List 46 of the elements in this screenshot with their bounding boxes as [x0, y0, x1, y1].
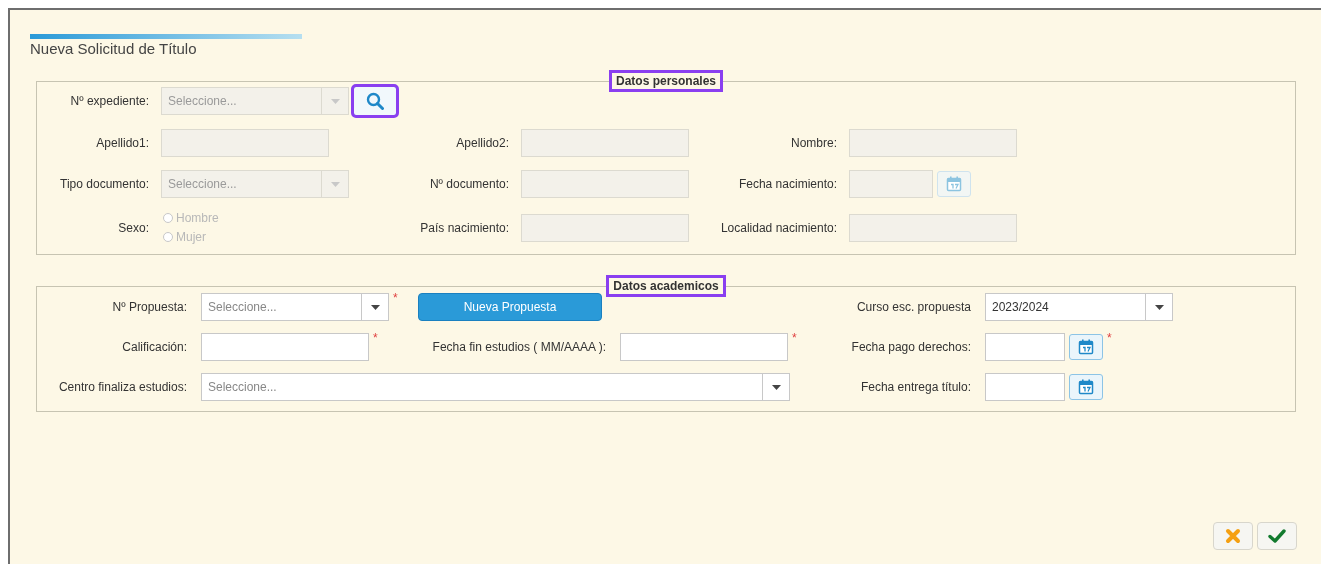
field-label: Localidad nacimiento: — [719, 220, 838, 235]
field-label: Fecha pago derechos: — [850, 340, 972, 354]
select-field[interactable]: Seleccione... — [201, 373, 790, 401]
required-mark: * — [373, 331, 378, 345]
field-label: Curso esc. propuesta — [855, 300, 972, 314]
calendar-icon — [1078, 339, 1094, 355]
calendar-button[interactable] — [1069, 334, 1103, 360]
field-label: Calificación: — [121, 340, 188, 354]
text-field[interactable] — [985, 333, 1065, 361]
field-label: Fecha nacimiento: — [737, 177, 838, 191]
caret-icon — [771, 384, 781, 390]
calendar-icon — [1078, 379, 1094, 395]
select-field[interactable]: 2023/2024 — [985, 293, 1173, 321]
field-label: Nº Propuesta: — [111, 300, 188, 314]
field-label: Fecha entrega título: — [859, 380, 972, 394]
caret-icon — [330, 181, 340, 187]
field-label: Fecha fin estudios ( MM/AAAA ): — [431, 340, 607, 354]
required-mark: * — [792, 331, 797, 345]
required-mark: * — [1107, 331, 1112, 345]
section-title: Datos academicos — [606, 275, 726, 297]
field-label: Sexo: — [117, 220, 150, 235]
text-field[interactable] — [985, 373, 1065, 401]
accept-button[interactable] — [1257, 522, 1297, 550]
calendar-icon — [946, 176, 962, 192]
field-label: Nº expediente: — [69, 94, 150, 108]
field-label: País nacimiento: — [419, 220, 510, 235]
checkmark-icon — [1268, 529, 1286, 543]
window-title: Nueva Solicitud de Título — [30, 40, 198, 57]
field-label: Tipo documento: — [59, 177, 150, 191]
text-field[interactable] — [201, 333, 369, 361]
select-field[interactable]: Seleccione... — [201, 293, 389, 321]
field-label: Apellido2: — [455, 136, 510, 150]
caret-icon — [1154, 304, 1164, 310]
caret-icon — [330, 98, 340, 104]
required-mark: * — [393, 291, 398, 305]
close-icon — [1225, 528, 1241, 544]
field-label: Apellido1: — [95, 136, 150, 150]
search-icon — [366, 92, 384, 110]
new-proposal-button[interactable]: Nueva Propuesta — [418, 293, 602, 321]
section-title: Datos personales — [608, 70, 723, 92]
field-label: Nº documento: — [428, 177, 510, 191]
text-field[interactable] — [620, 333, 788, 361]
field-label: Centro finaliza estudios: — [57, 380, 188, 394]
calendar-button[interactable] — [1069, 374, 1103, 400]
caret-icon — [370, 304, 380, 310]
field-label: Nombre: — [790, 136, 838, 150]
